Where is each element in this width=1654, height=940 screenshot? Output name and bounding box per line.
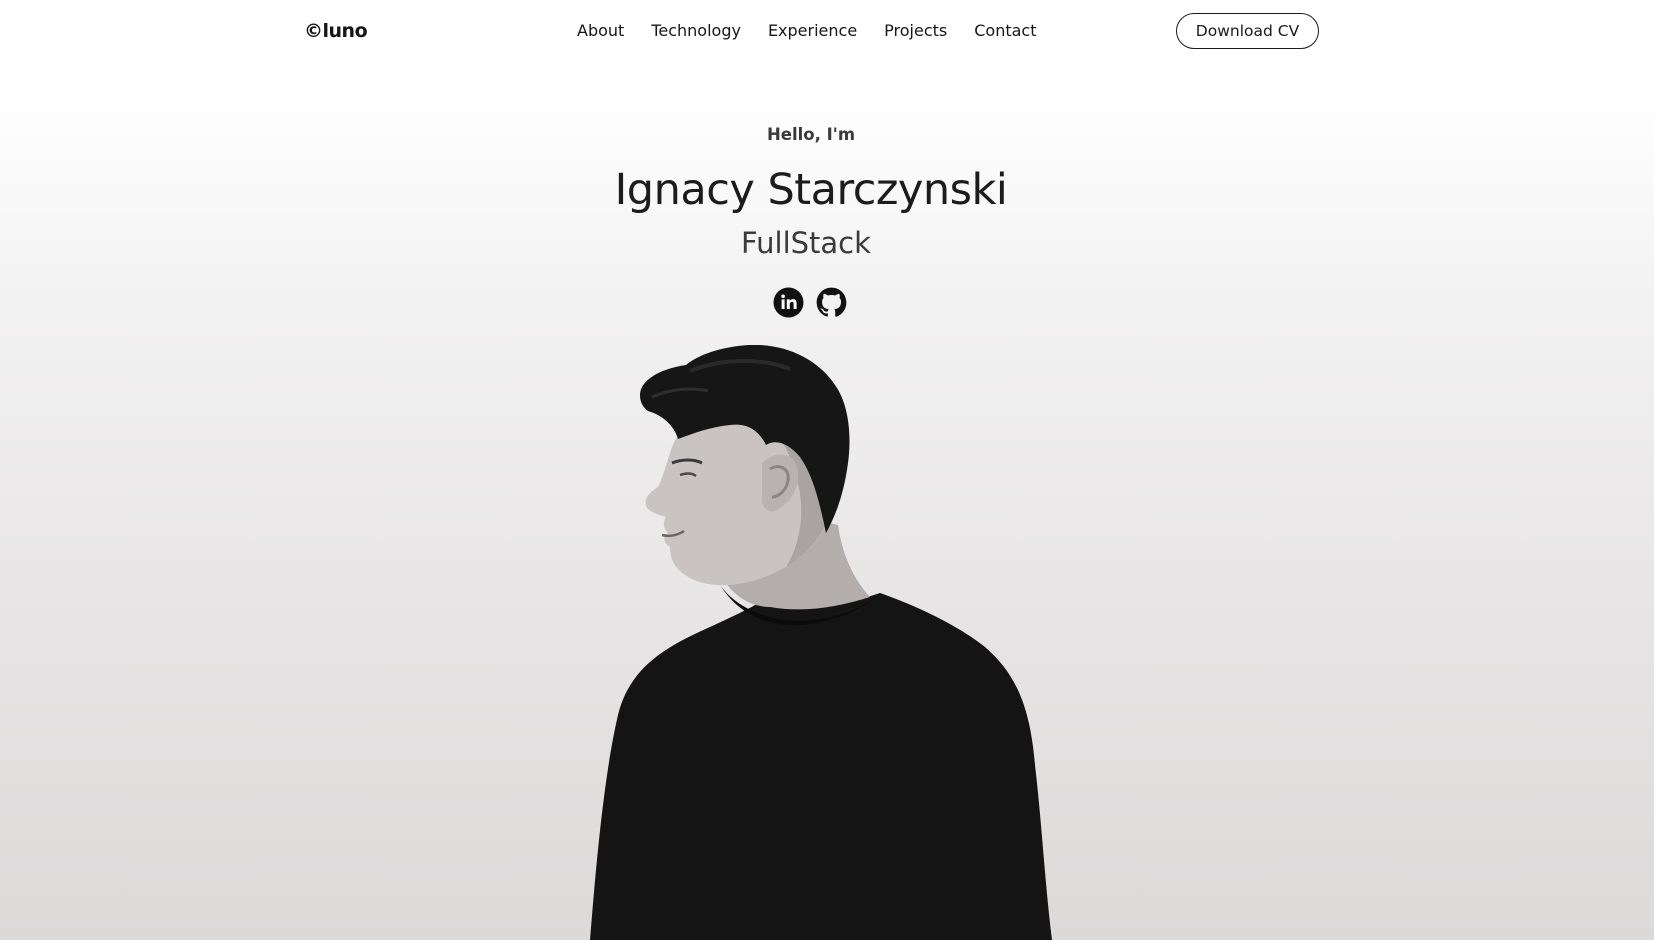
github-icon[interactable] — [816, 287, 847, 318]
nav-link-experience[interactable]: Experience — [768, 20, 857, 42]
hero-name: Ignacy Starczynski — [614, 165, 1008, 215]
nav-link-technology[interactable]: Technology — [651, 20, 741, 42]
social-links — [773, 287, 847, 318]
nav-link-projects[interactable]: Projects — [884, 20, 947, 42]
linkedin-icon[interactable] — [773, 287, 804, 318]
nav-link-about[interactable]: About — [577, 20, 624, 42]
hero-greeting: Hello, I'm — [766, 125, 856, 144]
download-cv-button[interactable]: Download CV — [1176, 13, 1319, 49]
portrait-shirt — [590, 593, 1052, 940]
nav-links: About Technology Experience Projects Con… — [577, 20, 1037, 42]
site-logo[interactable]: ©luno — [304, 19, 368, 43]
hero-role: FullStack — [741, 226, 871, 260]
nav-link-contact[interactable]: Contact — [974, 20, 1036, 42]
portrait-photo — [590, 345, 1052, 940]
top-navbar: ©luno About Technology Experience Projec… — [0, 0, 1654, 64]
